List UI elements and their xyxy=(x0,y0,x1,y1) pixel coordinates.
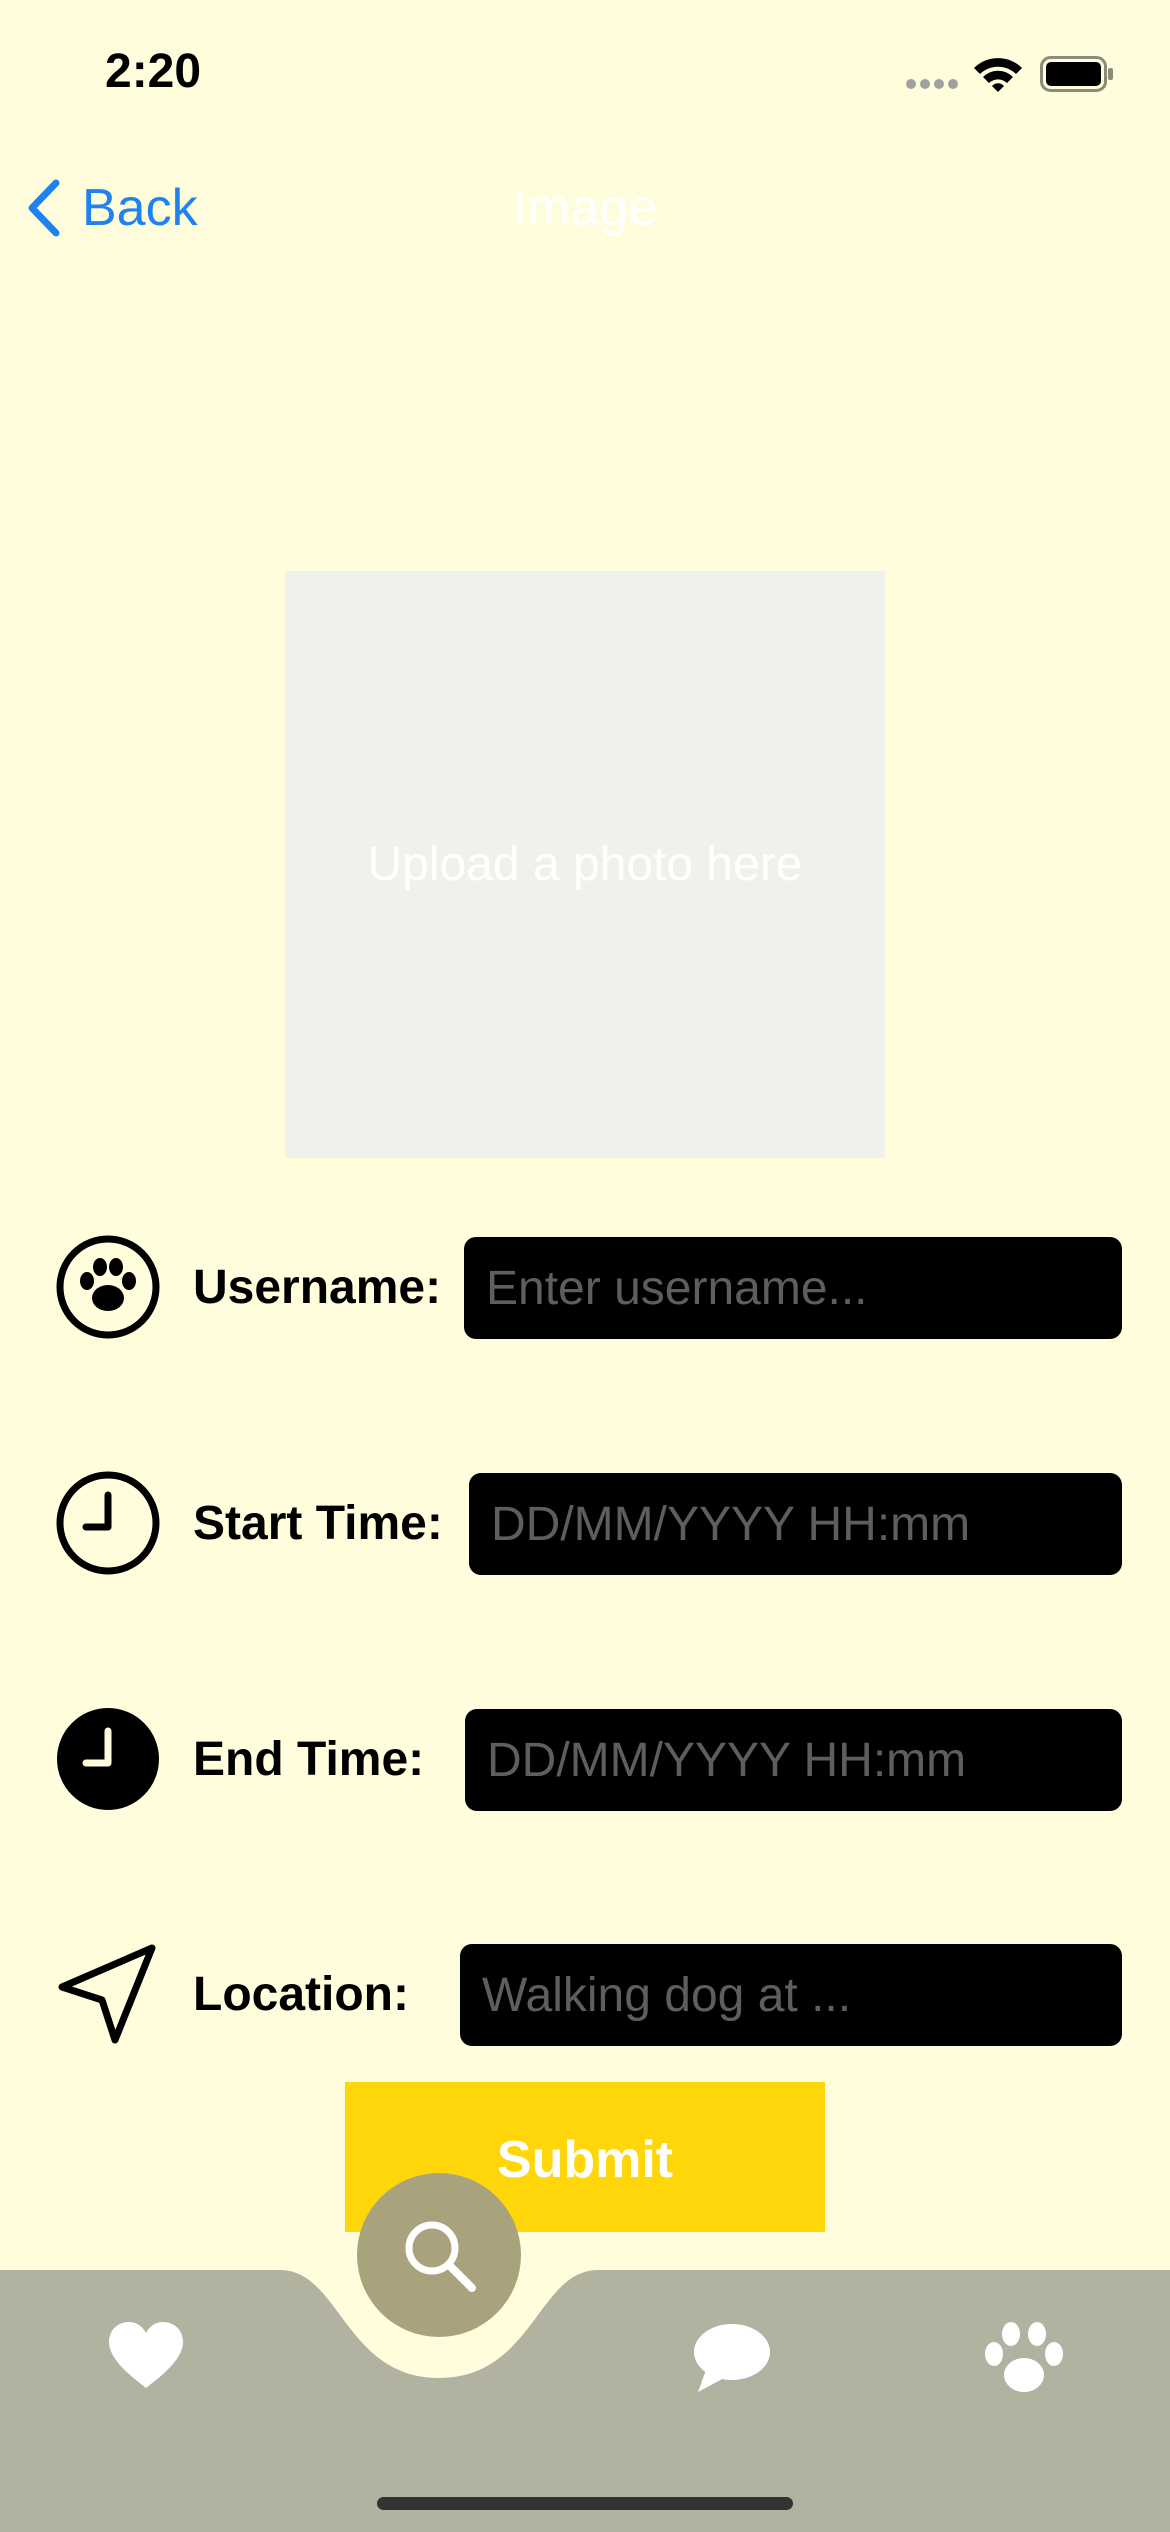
location-arrow-icon xyxy=(58,1944,156,2044)
back-button[interactable]: Back xyxy=(26,176,198,240)
heart-icon[interactable] xyxy=(107,2320,185,2390)
end-time-row: End Time: xyxy=(0,1708,1170,1811)
start-time-input[interactable] xyxy=(469,1473,1122,1575)
chevron-left-icon xyxy=(28,179,60,237)
paw-icon[interactable] xyxy=(984,2320,1064,2396)
back-label: Back xyxy=(82,179,198,237)
location-input[interactable] xyxy=(460,1944,1122,2046)
submit-label: Submit xyxy=(496,2131,674,2189)
location-row: Location: xyxy=(0,1944,1170,2046)
start-time-label: Start Time: xyxy=(193,1497,443,1550)
end-time-label: End Time: xyxy=(193,1733,425,1786)
battery-icon xyxy=(1040,56,1113,92)
tab-bar xyxy=(0,2270,1170,2532)
search-icon xyxy=(405,2221,476,2292)
wifi-icon xyxy=(974,58,1022,92)
username-label: Username: xyxy=(193,1261,442,1314)
photo-upload-area[interactable]: Upload a photo here xyxy=(285,571,885,1158)
status-time: 2:20 xyxy=(105,45,202,98)
home-indicator xyxy=(377,2497,793,2510)
username-input[interactable] xyxy=(464,1237,1122,1339)
location-label: Location: xyxy=(193,1968,409,2021)
clock-filled-icon xyxy=(57,1708,159,1810)
search-tab-button[interactable] xyxy=(357,2173,521,2337)
photo-placeholder-text: Upload a photo here xyxy=(367,838,803,891)
username-row: Username: xyxy=(0,1235,1170,1339)
clock-outline-icon xyxy=(56,1471,160,1575)
chat-bubble-icon[interactable] xyxy=(692,2322,772,2394)
end-time-input[interactable] xyxy=(465,1709,1122,1811)
paw-circle-icon xyxy=(56,1235,160,1339)
start-time-row: Start Time: xyxy=(0,1471,1170,1575)
cellular-signal-icon xyxy=(906,79,958,89)
